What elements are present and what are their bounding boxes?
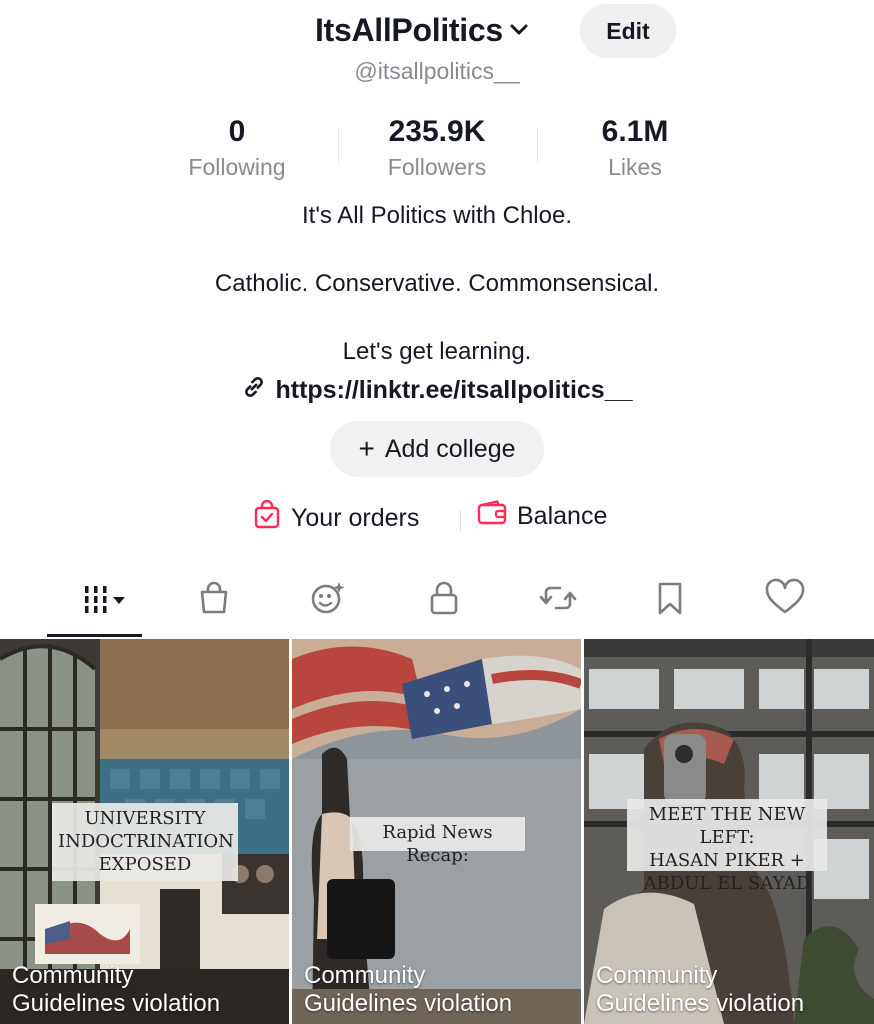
tab-videos[interactable] [45, 570, 145, 630]
balance-button[interactable]: Balance [477, 500, 607, 533]
followers-count: 235.9K [388, 115, 486, 148]
violation-notice: Community Guidelines violation [596, 962, 804, 1018]
tab-private[interactable] [394, 570, 494, 630]
display-name: ItsAllPolitics [315, 12, 503, 48]
wallet-icon [477, 500, 517, 533]
video-caption: Rapid News Recap: [350, 817, 525, 866]
following-label: Following [188, 154, 286, 180]
violation-line: Community [596, 962, 718, 989]
violation-notice: Community Guidelines violation [304, 962, 512, 1018]
violation-line: Community [12, 962, 134, 989]
bio-line: Catholic. Conservative. Commonsensical. [214, 270, 660, 297]
tab-favorites[interactable] [620, 570, 720, 630]
tab-liked[interactable] [735, 570, 835, 630]
bio-line: It's All Politics with Chloe. [301, 202, 572, 229]
tab-creator[interactable] [278, 570, 378, 630]
tab-reposts[interactable] [508, 570, 608, 630]
add-college-button[interactable]: + Add college [330, 421, 544, 477]
link-icon [241, 374, 275, 407]
video-caption: UNIVERSITY INDOCTRINATION EXPOSED [52, 803, 238, 881]
commerce-divider [460, 510, 461, 532]
shop-bag-icon [194, 578, 234, 623]
stat-following[interactable]: 0 Following [137, 112, 337, 182]
following-count: 0 [228, 115, 246, 148]
violation-notice: Community Guidelines violation [12, 962, 220, 1018]
stat-likes[interactable]: 6.1M Likes [535, 112, 735, 182]
caption-line: ABDUL EL SAYAD [643, 873, 811, 894]
commerce-row: Your orders Balance [0, 499, 874, 540]
order-bag-icon [253, 499, 291, 537]
lock-icon [424, 578, 464, 623]
followers-label: Followers [387, 154, 487, 180]
caption-line: Rapid News Recap: [382, 822, 493, 866]
repost-icon [536, 578, 580, 623]
active-tab-indicator [47, 634, 142, 637]
your-orders-button[interactable]: Your orders [253, 499, 420, 537]
your-orders-label: Your orders [291, 504, 420, 532]
caption-line: MEET THE NEW LEFT: [648, 804, 806, 848]
profile-tabs [0, 570, 874, 638]
violation-line: Guidelines violation [12, 990, 221, 1017]
caption-line: HASAN PIKER + [649, 850, 805, 871]
caption-line: EXPOSED [98, 854, 192, 875]
video-thumbnail[interactable]: UNIVERSITY INDOCTRINATION EXPOSED Commun… [0, 639, 289, 1024]
stat-divider [537, 128, 538, 162]
bio-link[interactable]: https://linktr.ee/itsallpolitics__ [0, 374, 874, 407]
bookmark-icon [650, 578, 690, 623]
add-college-label: Add college [384, 434, 516, 463]
stat-followers[interactable]: 235.9K Followers [337, 112, 537, 182]
video-thumbnail[interactable]: MEET THE NEW LEFT: HASAN PIKER + ABDUL E… [584, 639, 874, 1024]
balance-label: Balance [517, 502, 608, 530]
heart-icon [763, 578, 807, 623]
videos-grid-icon [63, 578, 127, 623]
chevron-down-icon [509, 23, 529, 42]
video-caption: MEET THE NEW LEFT: HASAN PIKER + ABDUL E… [627, 799, 827, 894]
creator-icon [306, 578, 350, 623]
link-url: https://linktr.ee/itsallpolitics__ [275, 376, 633, 404]
video-grid: UNIVERSITY INDOCTRINATION EXPOSED Commun… [0, 639, 874, 1024]
likes-count: 6.1M [601, 115, 669, 148]
profile-stats: 0 Following 235.9K Followers 6.1M Likes [0, 112, 874, 192]
profile-header: ItsAllPolitics Edit [0, 0, 874, 60]
tab-shop[interactable] [164, 570, 264, 630]
caption-line: UNIVERSITY [84, 808, 206, 829]
stat-divider [338, 128, 339, 162]
plus-icon: + [358, 433, 375, 464]
likes-label: Likes [608, 154, 662, 180]
account-switcher[interactable]: ItsAllPolitics [315, 12, 529, 49]
video-thumbnail[interactable]: Rapid News Recap: Community Guidelines v… [292, 639, 581, 1024]
caption-line: INDOCTRINATION [58, 831, 234, 852]
violation-line: Community [304, 962, 426, 989]
bio-line: Let's get learning. [342, 338, 532, 365]
user-handle: @itsallpolitics__ [354, 58, 520, 84]
violation-line: Guidelines violation [596, 990, 805, 1017]
violation-line: Guidelines violation [304, 990, 513, 1017]
edit-profile-button[interactable]: Edit [580, 4, 676, 58]
